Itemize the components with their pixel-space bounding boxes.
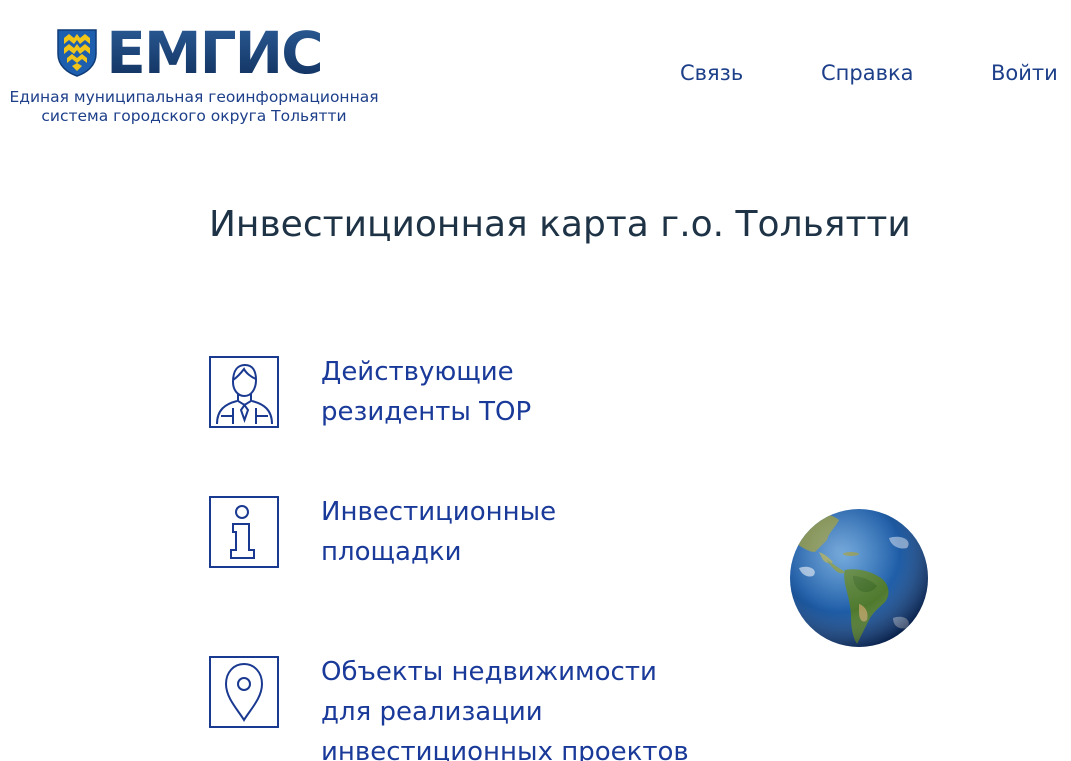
page: ЕМГИС Единая муниципальная геоинформацио… <box>0 0 1071 761</box>
logo-subtitle: Единая муниципальная геоинформационная с… <box>0 88 388 126</box>
menu-item-residents-label: Действующие резиденты ТОР <box>321 352 531 432</box>
person-icon-box[interactable] <box>209 356 279 428</box>
menu-item-investment-sites-label: Инвестиционные площадки <box>321 492 556 572</box>
info-icon <box>230 505 255 559</box>
person-icon <box>216 363 273 425</box>
menu-label-line: инвестиционных проектов <box>321 737 689 761</box>
city-coat-of-arms-icon <box>57 29 98 77</box>
menu-label-line: Объекты недвижимости <box>321 657 657 687</box>
logo-subtitle-line-1: Единая муниципальная геоинформационная <box>9 88 379 106</box>
globe-icon <box>790 509 928 647</box>
site-logo[interactable]: ЕМГИС Единая муниципальная геоинформацио… <box>0 22 388 126</box>
logo-title: ЕМГИС <box>106 19 323 87</box>
menu-item-real-estate-label: Объекты недвижимости для реализации инве… <box>321 652 689 761</box>
map-pin-icon <box>224 662 264 722</box>
menu-label-line: площадки <box>321 537 462 567</box>
nav-link-login[interactable]: Войти <box>991 60 1058 86</box>
menu-label-line: Действующие <box>321 357 514 387</box>
menu-label-line: резиденты ТОР <box>321 397 532 427</box>
page-title: Инвестиционная карта г.о. Тольятти <box>209 204 911 245</box>
nav-link-contact[interactable]: Связь <box>680 60 743 86</box>
logo-row: ЕМГИС <box>0 22 388 84</box>
info-icon-box[interactable] <box>209 496 279 568</box>
menu-label-line: для реализации <box>321 697 543 727</box>
map-pin-icon-box[interactable] <box>209 656 279 728</box>
logo-subtitle-line-2: система городского округа Тольятти <box>41 107 347 125</box>
menu-label-line: Инвестиционные <box>321 497 557 527</box>
nav-link-help[interactable]: Справка <box>821 60 914 86</box>
